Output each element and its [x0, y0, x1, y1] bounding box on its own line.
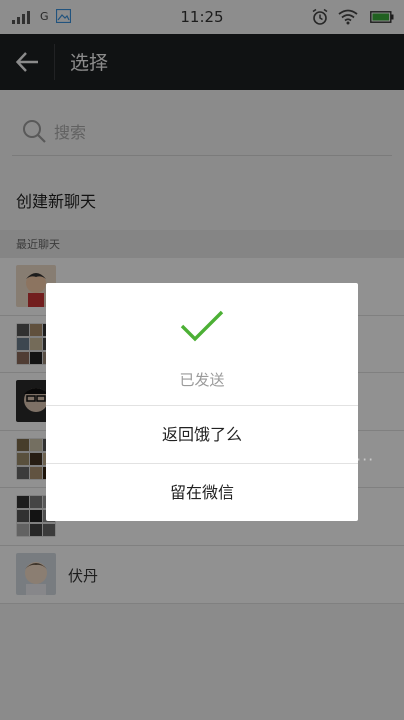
return-to-app-button[interactable]: 返回饿了么 — [46, 407, 358, 463]
checkmark-icon — [180, 310, 224, 342]
divider — [46, 405, 358, 406]
sent-dialog: 已发送 返回饿了么 留在微信 — [46, 283, 358, 521]
sent-status-text: 已发送 — [179, 371, 225, 389]
divider — [46, 463, 358, 464]
stay-in-wechat-button[interactable]: 留在微信 — [46, 465, 358, 521]
more-icon: ··· — [356, 450, 375, 469]
